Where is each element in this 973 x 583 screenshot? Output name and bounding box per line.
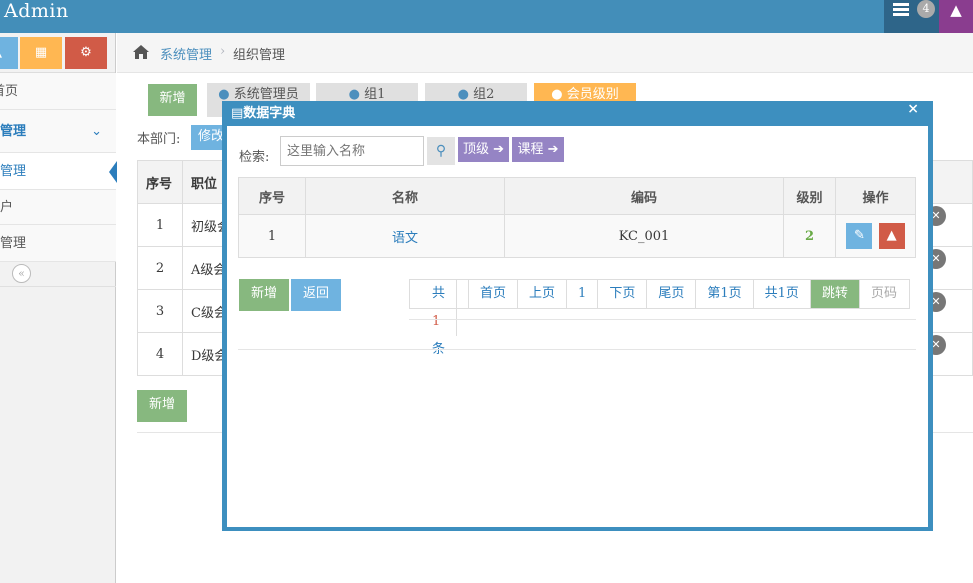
sidebar-item-system[interactable]: 管理 ⌄ (0, 110, 116, 153)
tab-label: 会员级别 (566, 87, 619, 102)
chevron-down-icon: ⌄ (91, 124, 102, 139)
total-records: 共1 条 (410, 280, 470, 357)
arrow-right-icon: ➔ (547, 142, 559, 157)
home-icon (133, 45, 149, 59)
edit-icon[interactable]: ✎ (846, 223, 873, 249)
tab-label: 组1 (364, 87, 386, 102)
top-level-button[interactable]: 顶级 ➔ (458, 137, 509, 162)
tab-label: 系统管理员 (233, 87, 299, 102)
next-page-link[interactable]: 下页 (598, 280, 648, 308)
navbar: Admin 4 ▲ (0, 0, 973, 33)
button-label: 顶级 (462, 142, 489, 157)
current-page[interactable]: 1 (567, 280, 599, 308)
row-number: 1 (238, 214, 306, 258)
breadcrumb-separator: › (220, 44, 226, 59)
course-button[interactable]: 课程 ➔ (512, 137, 564, 162)
modal-body: 检索: ⚲ 顶级 ➔ 课程 ➔ 序号 名称 编码 级别 操作 1 语文 KC_0… (227, 126, 928, 527)
back-button[interactable]: 返回 (291, 279, 341, 311)
sidebar-item-manage[interactable]: 管理 (0, 225, 116, 262)
row-level: 2 (783, 214, 836, 258)
add-button[interactable]: 新增 (148, 84, 197, 116)
modal-title-text: 数据字典 (243, 106, 296, 121)
pages-total: 共1页 (754, 280, 811, 308)
table-row: 1 语文 KC_001 2 ✎ ▲ (238, 214, 916, 258)
row-number: 4 (137, 332, 183, 376)
column-header: 操作 (835, 177, 916, 215)
total-suffix: 条 (432, 342, 446, 357)
row-number: 2 (137, 246, 183, 290)
users-icon: ● (551, 87, 563, 102)
sidebar-item-home[interactable]: 首页 (0, 73, 116, 110)
tasks-menu[interactable]: 4 (884, 0, 939, 33)
level-value: 2 (804, 228, 815, 244)
first-page-link[interactable]: 首页 (469, 280, 519, 308)
double-left-icon[interactable]: « (12, 264, 31, 283)
page-number-input[interactable]: 页码 (860, 280, 909, 308)
dict-modal: ▤数据字典 × 检索: ⚲ 顶级 ➔ 课程 ➔ 序号 名称 编码 级别 操作 1… (222, 101, 933, 531)
breadcrumb-link[interactable]: 系统管理 (160, 44, 212, 63)
sidebar-item-label: 管理 (0, 236, 27, 251)
chart-icon[interactable]: ▲ (0, 37, 18, 69)
breadcrumb-current: 组织管理 (233, 48, 286, 63)
notification-badge: 4 (917, 0, 935, 18)
arrow-right-icon: ➔ (493, 142, 505, 157)
column-header: 级别 (783, 177, 836, 215)
dept-label: 本部门: (137, 132, 181, 147)
divider (238, 349, 916, 350)
button-label: 课程 (517, 142, 544, 157)
book-icon[interactable]: ▦ (20, 37, 62, 69)
sidebar-collapse: « (0, 261, 116, 287)
close-icon[interactable]: × (907, 101, 919, 117)
sidebar-item-label: 管理 (0, 164, 27, 179)
row-number: 3 (137, 289, 183, 333)
row-number: 1 (137, 203, 183, 247)
brand-title[interactable]: Admin (4, 0, 69, 25)
total-prefix: 共 (421, 280, 458, 308)
dict-table: 序号 名称 编码 级别 操作 1 语文 KC_001 2 ✎ ▲ (238, 177, 916, 258)
total-count: 1 (421, 308, 458, 336)
users-icon: ● (348, 87, 360, 102)
sidebar-item-user[interactable]: 户 (0, 190, 116, 225)
column-header: 编码 (504, 177, 784, 215)
window-icon: ▤ (231, 106, 244, 121)
modal-title: ▤数据字典 (231, 104, 295, 124)
modal-add-button[interactable]: 新增 (239, 279, 289, 311)
sidebar: ▲ ▦ ⚙ 首页 管理 ⌄ 管理 户 管理 « (0, 33, 117, 583)
prev-page-link[interactable]: 上页 (518, 280, 568, 308)
trash-icon[interactable]: ▲ (878, 223, 905, 249)
sidebar-item-label: 管理 (0, 124, 27, 139)
search-label: 检索: (239, 150, 270, 165)
page-indicator: 第1页 (696, 280, 754, 308)
jump-button[interactable]: 跳转 (810, 280, 860, 308)
bottom-add-button[interactable]: 新增 (137, 390, 187, 422)
sidebar-item-label: 户 (0, 200, 14, 215)
search-input[interactable] (280, 136, 424, 166)
column-header: 序号 (238, 177, 306, 215)
pagination: 共1条 首页 上页 1 下页 尾页 第1页 共1页 跳转 页码 (409, 279, 910, 357)
row-name: 语文 (305, 214, 505, 258)
row-actions: ✎ ▲ (835, 214, 916, 258)
search-icon[interactable]: ⚲ (427, 137, 455, 165)
last-page-link[interactable]: 尾页 (647, 280, 697, 308)
divider (409, 319, 916, 320)
sidebar-item-label: 首页 (0, 84, 19, 99)
users-icon: ● (218, 87, 230, 102)
sidebar-shortcuts: ▲ ▦ ⚙ (0, 33, 115, 73)
bell-icon[interactable]: ▲ (939, 0, 973, 33)
column-header: 序号 (137, 160, 183, 204)
row-code: KC_001 (504, 214, 784, 258)
cogs-icon[interactable]: ⚙ (65, 37, 107, 69)
tasks-icon (893, 3, 909, 17)
sidebar-item-org[interactable]: 管理 (0, 153, 117, 190)
users-icon: ● (457, 87, 469, 102)
breadcrumb: 系统管理 › 组织管理 (117, 33, 973, 73)
tab-label: 组2 (473, 87, 495, 102)
name-link[interactable]: 语文 (392, 231, 418, 246)
column-header: 名称 (305, 177, 505, 215)
